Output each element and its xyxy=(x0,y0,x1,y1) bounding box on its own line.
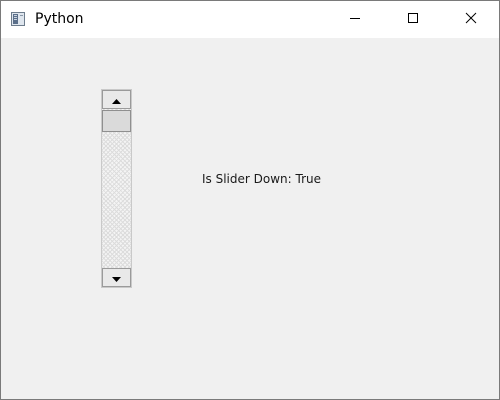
client-area: Is Slider Down: True xyxy=(1,38,499,399)
window-title: Python xyxy=(35,11,84,27)
app-window: Python Is Slider Down: True xyxy=(0,0,500,400)
scroll-down-button[interactable] xyxy=(102,268,131,287)
title-bar[interactable]: Python xyxy=(1,1,499,38)
arrow-up-icon xyxy=(112,91,121,109)
maximize-icon xyxy=(407,11,419,29)
scrollbar-thumb[interactable] xyxy=(102,110,131,132)
minimize-icon xyxy=(349,11,361,29)
close-button[interactable] xyxy=(448,1,494,38)
maximize-button[interactable] xyxy=(390,1,436,38)
arrow-down-icon xyxy=(112,269,121,287)
slider-status-label: Is Slider Down: True xyxy=(202,172,321,186)
python-window-icon[interactable] xyxy=(11,12,25,26)
scroll-up-button[interactable] xyxy=(102,90,131,109)
minimize-button[interactable] xyxy=(332,1,378,38)
close-icon xyxy=(465,11,477,29)
vertical-scrollbar[interactable] xyxy=(101,89,132,288)
